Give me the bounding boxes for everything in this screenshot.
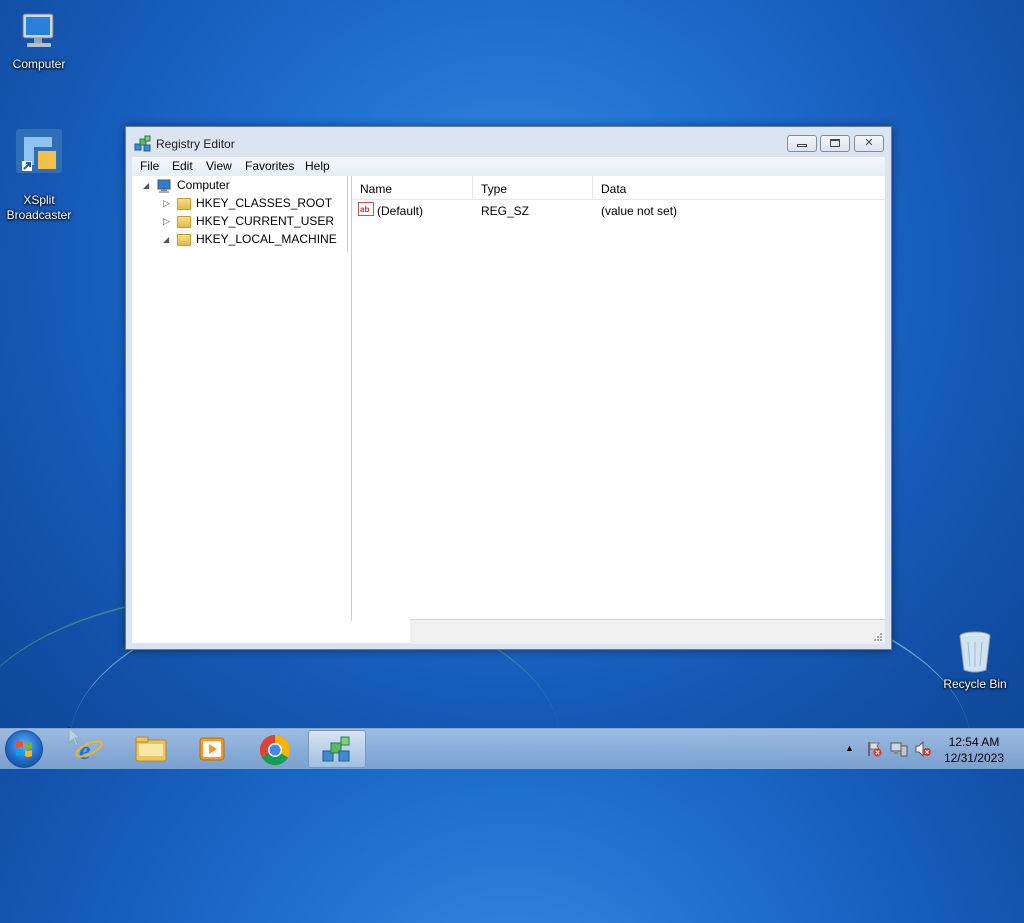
column-header-name[interactable]: Name (352, 176, 473, 199)
menu-favorites[interactable]: Favorites (245, 159, 294, 173)
window-title: Registry Editor (156, 137, 235, 151)
menu-bar: File Edit View Favorites Help (132, 157, 885, 176)
xsplit-icon (16, 129, 62, 173)
menu-file[interactable]: File (140, 159, 159, 173)
tree-label: HKEY_CLASSES_ROOT (196, 196, 333, 210)
registry-editor-window: Registry Editor ✕ File Edit View Favorit… (125, 126, 892, 650)
cell-type: REG_SZ (481, 204, 530, 218)
chrome-icon (259, 735, 291, 766)
show-hidden-icons-arrow-icon[interactable]: ▲ (845, 743, 854, 753)
volume-muted-icon[interactable] (914, 741, 932, 757)
expanded-arrow-icon: ◢ (143, 181, 150, 190)
start-button[interactable] (5, 730, 43, 768)
expanded-arrow-icon: ◢ (163, 235, 170, 244)
close-button[interactable]: ✕ (854, 135, 884, 152)
menu-view[interactable]: View (206, 159, 232, 173)
close-icon: ✕ (864, 137, 874, 149)
taskbar-file-explorer[interactable] (124, 730, 180, 768)
minimize-button[interactable] (787, 135, 817, 152)
taskbar-media-player[interactable] (186, 730, 242, 768)
status-bar (410, 619, 885, 644)
desktop-icon-computer[interactable]: Computer (1, 10, 77, 72)
values-list: Name Type Data ab (Default) REG_SZ (valu… (351, 176, 885, 621)
desktop-icon-label: Computer (12, 57, 66, 71)
tree-label: Computer (177, 178, 230, 192)
desktop-icon-recycle-bin[interactable]: Recycle Bin (937, 630, 1013, 692)
action-center-flag-icon[interactable] (866, 741, 882, 757)
cell-name: (Default) (377, 204, 424, 218)
string-value-icon: ab (358, 202, 374, 216)
clock-time: 12:54 AM (948, 735, 1000, 749)
registry-tree: ◢ Computer ▷ HKEY_CLASSES_ROOT ▷ HKEY_CU… (133, 176, 348, 252)
desktop-icon-xsplit[interactable]: XSplit Broadcaster (1, 112, 77, 223)
folder-icon (177, 234, 191, 246)
system-clock[interactable]: 12:54 AM 12/31/2023 (944, 734, 1004, 766)
header-divider (352, 199, 885, 200)
internet-explorer-icon: e (75, 736, 103, 765)
menu-help[interactable]: Help (305, 159, 330, 173)
resize-grip-icon[interactable] (873, 632, 883, 642)
folder-icon (135, 736, 167, 762)
registry-editor-icon (134, 135, 151, 152)
maximize-button[interactable] (820, 135, 850, 152)
column-header-data[interactable]: Data (593, 176, 885, 199)
network-icon[interactable] (890, 741, 908, 757)
svg-text:ab: ab (360, 205, 369, 214)
tree-label: HKEY_CURRENT_USER (196, 214, 335, 228)
recycle-bin-icon (959, 631, 991, 673)
computer-icon (22, 13, 54, 47)
windows-logo-icon (16, 741, 32, 757)
taskbar: e ▲ 12:54 AM 12/31/2023 (0, 728, 1024, 769)
collapsed-arrow-icon: ▷ (163, 216, 170, 226)
folder-icon (177, 198, 191, 210)
media-player-icon (199, 737, 225, 761)
window-titlebar[interactable]: Registry Editor ✕ (126, 127, 891, 157)
minimize-icon (797, 144, 807, 147)
desktop-icon-label: XSplit Broadcaster (6, 193, 72, 222)
taskbar-internet-explorer[interactable]: e (62, 730, 118, 768)
desktop-icon-label: Recycle Bin (943, 677, 1007, 691)
client-area: ◢ Computer ▷ HKEY_CLASSES_ROOT ▷ HKEY_CU… (132, 176, 885, 644)
tree-label: HKEY_LOCAL_MACHINE (196, 232, 337, 246)
clock-date: 12/31/2023 (943, 751, 1004, 765)
svg-text:e: e (79, 736, 91, 763)
taskbar-registry-editor[interactable] (308, 730, 366, 768)
registry-editor-icon (322, 736, 350, 762)
computer-icon (157, 179, 171, 193)
cell-data: (value not set) (601, 204, 678, 218)
taskbar-chrome[interactable] (248, 730, 304, 768)
collapsed-arrow-icon: ▷ (163, 198, 170, 208)
menu-edit[interactable]: Edit (172, 159, 193, 173)
maximize-icon (830, 139, 840, 147)
column-header-type[interactable]: Type (473, 176, 593, 199)
folder-icon (177, 216, 191, 228)
